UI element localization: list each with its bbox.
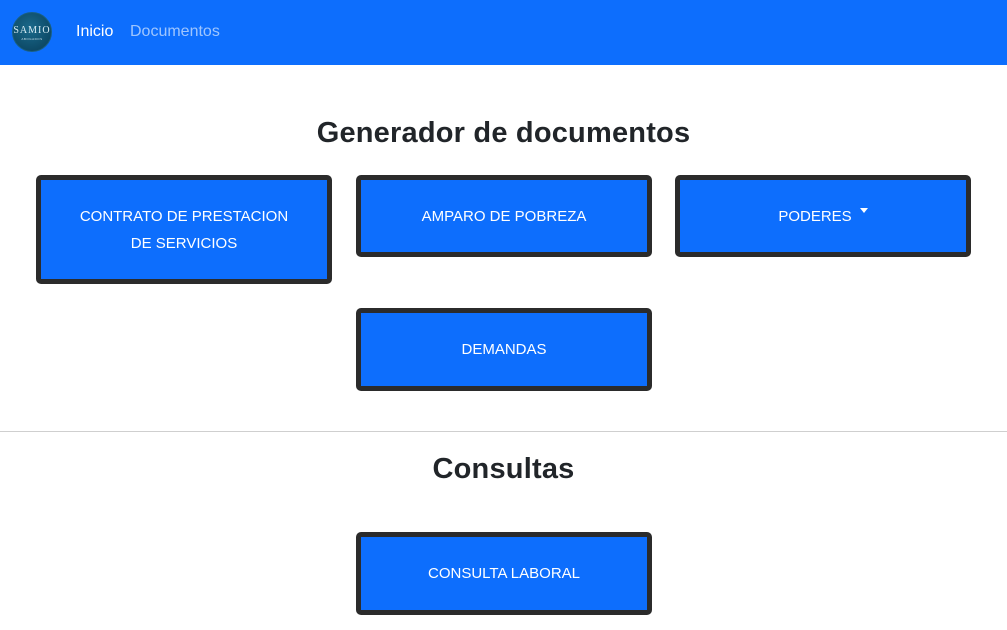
amparo-pobreza-button[interactable]: AMPARO DE POBREZA	[356, 175, 652, 257]
demandas-button[interactable]: DEMANDAS	[356, 308, 652, 391]
consulta-laboral-button-label: CONSULTA LABORAL	[428, 565, 580, 582]
logo-subtext: ABOGADOS	[21, 37, 43, 41]
consultas-title: Consultas	[432, 453, 575, 485]
top-navbar: SAMIO ABOGADOS Inicio Documentos	[0, 0, 1007, 65]
nav-link-documentos[interactable]: Documentos	[130, 22, 220, 42]
amparo-button-label: AMPARO DE POBREZA	[421, 207, 587, 225]
contrato-prestacion-servicios-button[interactable]: CONTRATO DE PRESTACION DE SERVICIOS	[36, 175, 332, 284]
section-divider	[0, 431, 1007, 432]
demandas-button-label: DEMANDAS	[461, 341, 547, 358]
logo-text: SAMIO	[13, 25, 51, 36]
brand-logo[interactable]: SAMIO ABOGADOS	[12, 12, 52, 52]
generator-title: Generador de documentos	[316, 117, 691, 149]
poderes-dropdown-button[interactable]: PODERES	[675, 175, 971, 257]
poderes-button-label: PODERES	[778, 207, 852, 225]
nav-link-inicio[interactable]: Inicio	[76, 22, 113, 42]
caret-down-icon	[859, 207, 868, 213]
contrato-button-label: CONTRATO DE PRESTACION DE SERVICIOS	[79, 207, 289, 252]
consulta-laboral-button[interactable]: CONSULTA LABORAL	[356, 532, 652, 615]
